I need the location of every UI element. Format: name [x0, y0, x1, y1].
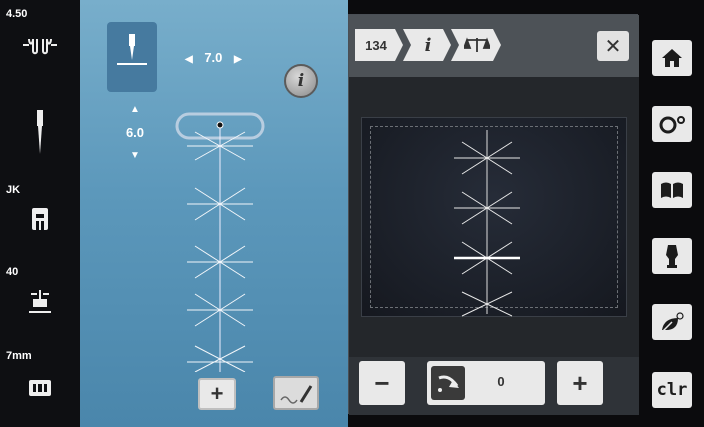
right-function-bar: clr [640, 0, 704, 427]
width-decrease-arrow[interactable]: ◀ [185, 54, 193, 65]
stitch-length-control: ▲ 6.0 ▼ [120, 104, 150, 161]
stitch-balance-panel: 134 i ✕ − 0 + [348, 14, 639, 415]
close-button[interactable]: ✕ [597, 31, 629, 61]
thread-tension-icon [21, 34, 59, 61]
eco-button[interactable] [652, 304, 692, 340]
pattern-start-point [216, 121, 224, 129]
presser-pressure-item[interactable]: 40 [0, 258, 80, 328]
stitch-edit-panel: ◀ 7.0 ▶ ▲ 6.0 ▼ i + [80, 0, 348, 427]
balance-preview-area [349, 77, 639, 357]
needle-item[interactable] [0, 100, 80, 170]
stitch-width-control: ◀ 7.0 ▶ [185, 50, 242, 65]
setup-button[interactable] [652, 106, 692, 142]
close-icon: ✕ [604, 35, 622, 58]
balance-decrease-button[interactable]: − [359, 361, 405, 405]
sewn-stitch-preview [454, 130, 520, 317]
length-decrease-arrow[interactable]: ▼ [120, 150, 150, 161]
width-increase-arrow[interactable]: ▶ [234, 54, 242, 65]
tutorial-button[interactable] [652, 172, 692, 208]
add-pattern-button[interactable]: + [198, 378, 236, 410]
balance-increase-button[interactable]: + [557, 361, 603, 405]
presser-foot-label: JK [6, 184, 21, 196]
setup-icon [659, 116, 685, 134]
balance-icon [464, 37, 490, 52]
clear-button[interactable]: clr [652, 372, 692, 408]
draw-stitch-button[interactable] [273, 376, 319, 410]
stitch-plate-label: 7mm [6, 350, 32, 362]
presser-foot-icon [29, 206, 51, 237]
presser-pressure-value: 40 [6, 266, 19, 278]
info-button[interactable]: i [284, 64, 318, 98]
stitch-plate-icon [28, 378, 52, 403]
stitch-plate-item[interactable]: 7mm [0, 342, 80, 422]
presser-pressure-icon [27, 288, 53, 319]
home-button[interactable] [652, 40, 692, 76]
needle-position-icon [117, 34, 147, 65]
sewing-consultant-icon [666, 245, 678, 268]
breadcrumb-stitch-number[interactable]: 134 [355, 29, 397, 61]
presser-foot-item[interactable]: JK [0, 178, 80, 248]
breadcrumb: 134 i ✕ [349, 15, 639, 77]
breadcrumb-balance[interactable] [459, 29, 495, 61]
length-increase-arrow[interactable]: ▲ [120, 104, 150, 115]
sewing-machine-screen: 4.50 JK 40 7mm ◀ 7.0 ▶ ▲ 6.0 ▼ i + 134 i… [0, 0, 704, 427]
eco-icon [661, 312, 684, 333]
balance-direction-icon [431, 366, 465, 400]
balance-offset-field[interactable]: 0 [427, 361, 545, 405]
balance-controls: − 0 + [349, 357, 639, 415]
draw-pen-icon [280, 385, 313, 404]
sewing-consultant-button[interactable] [652, 238, 692, 274]
stitch-length-value: 6.0 [125, 125, 145, 140]
info-glyph: i [297, 71, 305, 91]
left-status-bar: 4.50 JK 40 7mm [0, 0, 80, 427]
thread-tension-item[interactable]: 4.50 [0, 0, 80, 80]
breadcrumb-info[interactable]: i [411, 29, 445, 61]
needle-position-button[interactable] [107, 22, 157, 92]
thread-tension-value: 4.50 [6, 8, 28, 20]
stitch-pattern-preview [175, 112, 265, 372]
tutorial-icon [661, 182, 683, 198]
needle-icon [34, 110, 46, 161]
stitch-width-value: 7.0 [204, 50, 223, 65]
fabric-preview [361, 117, 627, 317]
home-icon [662, 49, 682, 67]
balance-offset-value: 0 [497, 374, 505, 389]
